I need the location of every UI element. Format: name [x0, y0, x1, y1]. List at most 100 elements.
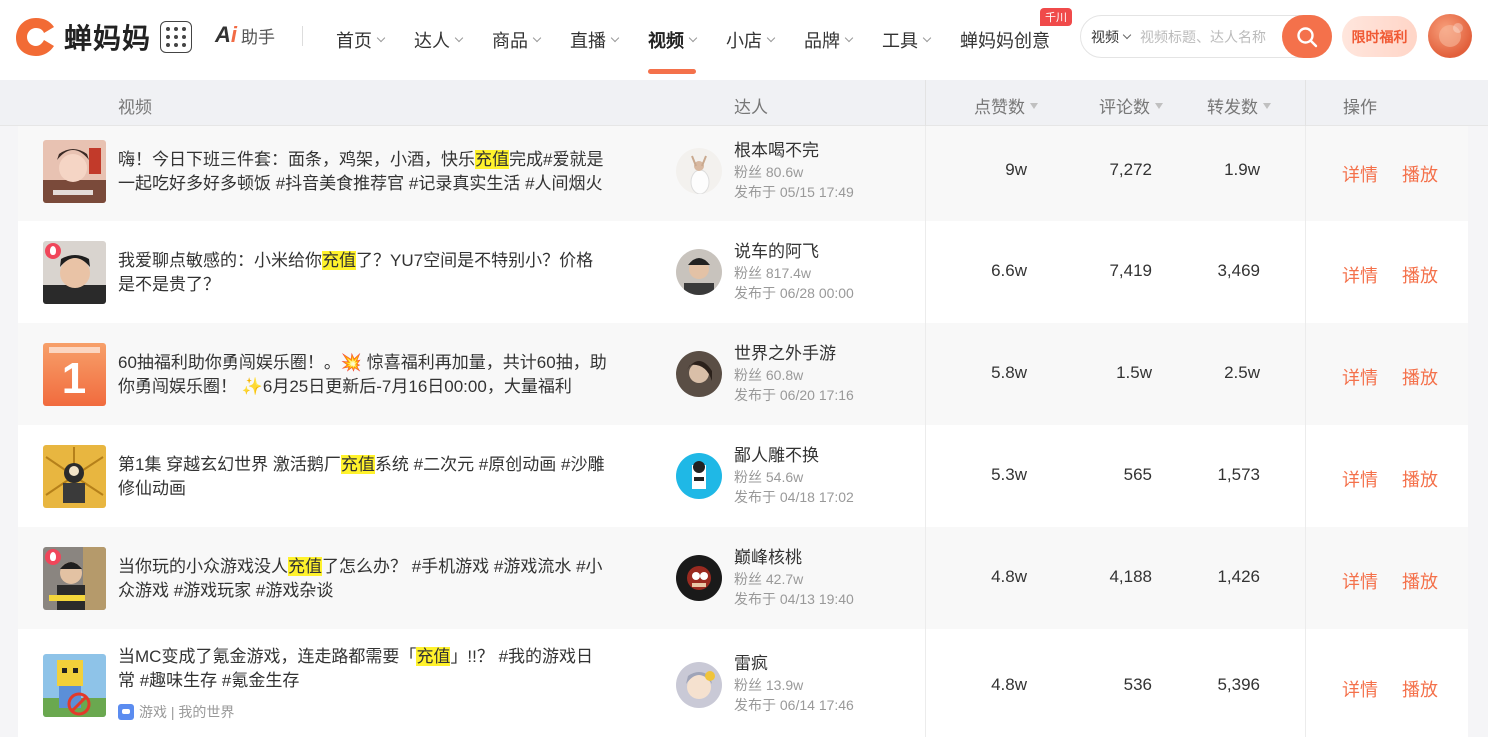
brand-logo[interactable]: 蝉妈妈: [14, 16, 151, 58]
header-divider: [1305, 80, 1306, 126]
nav-divider: [302, 26, 303, 46]
play-link[interactable]: 播放: [1402, 466, 1438, 492]
detail-link[interactable]: 详情: [1342, 676, 1378, 702]
game-tag[interactable]: 游戏 | 我的世界: [118, 702, 234, 722]
likes-count: 4.8w: [991, 675, 1027, 694]
detail-link[interactable]: 详情: [1342, 568, 1378, 594]
creator-name[interactable]: 巅峰核桃: [734, 547, 854, 569]
search-type-select[interactable]: 视频: [1091, 27, 1132, 47]
menu-item-live[interactable]: 直播: [570, 0, 620, 80]
video-title[interactable]: 嗨！今日下班三件套：面条，鸡架，小酒，快乐充值完成#爱就是一起吃好多好多顿饭 #…: [118, 148, 608, 196]
video-thumbnail[interactable]: [43, 140, 106, 203]
keyword-highlight: 充值: [340, 455, 375, 474]
menu-item-creators[interactable]: 达人: [414, 0, 464, 80]
svg-text:1: 1: [62, 354, 86, 403]
detail-link[interactable]: 详情: [1342, 364, 1378, 390]
likes-count: 9w: [1005, 160, 1027, 179]
play-link[interactable]: 播放: [1402, 161, 1438, 187]
table-header: 视频 达人 点赞数 评论数 转发数 操作: [0, 80, 1488, 126]
search-icon: [1297, 26, 1318, 47]
shares-count: 1,426: [1217, 567, 1260, 586]
creator-avatar[interactable]: [676, 555, 722, 601]
keyword-highlight: 充值: [288, 557, 322, 576]
table-row[interactable]: 当你玩的小众游戏没人充值了怎么办？ #手机游戏 #游戏流水 #小众游戏 #游戏玩…: [18, 527, 1468, 629]
video-title[interactable]: 60抽福利助你勇闯娱乐圈！。💥 惊喜福利再加量，共计60抽，助你勇闯娱乐圈！ ✨…: [118, 351, 608, 399]
sort-arrow-icon: [1155, 102, 1163, 109]
creator-name[interactable]: 鄙人雕不换: [734, 445, 854, 467]
chevron-down-icon: [454, 33, 464, 43]
video-thumbnail[interactable]: [43, 654, 106, 717]
table-row[interactable]: 1 60抽福利助你勇闯娱乐圈！。💥 惊喜福利再加量，共计60抽，助你勇闯娱乐圈！…: [18, 323, 1468, 425]
ai-assistant-label: 助手: [241, 27, 276, 47]
keyword-highlight: 充值: [416, 647, 451, 666]
menu-item-home[interactable]: 首页: [336, 0, 386, 80]
menu-item-brand[interactable]: 品牌: [804, 0, 854, 80]
menu-item-video[interactable]: 视频: [648, 0, 698, 80]
video-thumbnail[interactable]: [43, 241, 106, 304]
creator-name[interactable]: 雷疯: [734, 653, 854, 675]
keyword-highlight: 充值: [475, 150, 509, 169]
search-input[interactable]: [1140, 28, 1274, 45]
video-thumbnail[interactable]: 1: [43, 343, 106, 406]
creator-fans: 粉丝 54.6w: [734, 469, 804, 485]
publish-time: 发布于 06/20 17:16: [734, 387, 854, 403]
menu-item-tools[interactable]: 工具: [882, 0, 932, 80]
apps-grid-icon[interactable]: [160, 21, 192, 53]
comments-count: 7,419: [1109, 261, 1152, 280]
chevron-down-icon: [376, 33, 386, 43]
chevron-down-icon: [610, 33, 620, 43]
detail-link[interactable]: 详情: [1342, 262, 1378, 288]
publish-time: 发布于 06/14 17:46: [734, 697, 854, 713]
user-avatar[interactable]: [1428, 14, 1472, 58]
search-button[interactable]: [1282, 15, 1332, 58]
table-row[interactable]: 我爱聊点敏感的：小米给你充值了？YU7空间是不特别小？价格是不是贵了？ 说车的阿…: [18, 221, 1468, 323]
creator-name[interactable]: 说车的阿飞: [734, 241, 854, 263]
creator-avatar[interactable]: [676, 249, 722, 295]
video-title[interactable]: 第1集 穿越玄幻世界 激活鹅厂充值系统 #二次元 #原创动画 #沙雕修仙动画: [118, 453, 608, 501]
comments-count: 4,188: [1109, 567, 1152, 586]
shares-count: 2.5w: [1224, 363, 1260, 382]
qianchuan-badge: 千川: [1040, 8, 1072, 26]
limited-offer-button[interactable]: 限时福利: [1342, 16, 1417, 57]
detail-link[interactable]: 详情: [1342, 466, 1378, 492]
chevron-down-icon: [844, 33, 854, 43]
creator-fans: 粉丝 42.7w: [734, 571, 804, 587]
creator-name[interactable]: 世界之外手游: [734, 343, 854, 365]
table-row[interactable]: 当MC变成了氪金游戏，连走路都需要「充值」!!？ #我的游戏日常 #趣味生存 #…: [18, 629, 1468, 737]
creator-fans: 粉丝 60.8w: [734, 367, 804, 383]
header-comments[interactable]: 评论数: [1099, 93, 1163, 118]
video-title[interactable]: 当你玩的小众游戏没人充值了怎么办？ #手机游戏 #游戏流水 #小众游戏 #游戏玩…: [118, 555, 608, 603]
table-row[interactable]: 嗨！今日下班三件套：面条，鸡架，小酒，快乐充值完成#爱就是一起吃好多好多顿饭 #…: [18, 126, 1468, 221]
play-link[interactable]: 播放: [1402, 364, 1438, 390]
menu-item-shop[interactable]: 小店: [726, 0, 776, 80]
table-row[interactable]: 第1集 穿越玄幻世界 激活鹅厂充值系统 #二次元 #原创动画 #沙雕修仙动画 鄙…: [18, 425, 1468, 527]
ai-assistant[interactable]: Ai 助手: [215, 22, 275, 48]
creator-fans: 粉丝 13.9w: [734, 677, 804, 693]
likes-count: 5.3w: [991, 465, 1027, 484]
detail-link[interactable]: 详情: [1342, 161, 1378, 187]
video-thumbnail[interactable]: [43, 547, 106, 610]
live-badge-icon: [45, 243, 61, 259]
ai-logo-icon: Ai: [215, 22, 238, 47]
play-link[interactable]: 播放: [1402, 568, 1438, 594]
creator-avatar[interactable]: [676, 662, 722, 708]
likes-count: 6.6w: [991, 261, 1027, 280]
creator-avatar[interactable]: [676, 148, 722, 194]
play-link[interactable]: 播放: [1402, 676, 1438, 702]
play-link[interactable]: 播放: [1402, 262, 1438, 288]
publish-time: 发布于 05/15 17:49: [734, 184, 854, 200]
video-title[interactable]: 我爱聊点敏感的：小米给你充值了？YU7空间是不特别小？价格是不是贵了？: [118, 249, 608, 297]
creator-avatar[interactable]: [676, 453, 722, 499]
header-likes[interactable]: 点赞数: [974, 93, 1038, 118]
video-title[interactable]: 当MC变成了氪金游戏，连走路都需要「充值」!!？ #我的游戏日常 #趣味生存 #…: [118, 645, 608, 693]
creator-avatar[interactable]: [676, 351, 722, 397]
creator-info: 说车的阿飞 粉丝 817.4w 发布于 06/28 00:00: [734, 241, 854, 303]
creator-name[interactable]: 根本喝不完: [734, 140, 854, 162]
publish-time: 发布于 04/13 19:40: [734, 591, 854, 607]
header-shares[interactable]: 转发数: [1207, 93, 1271, 118]
menu-item-creative[interactable]: 蝉妈妈创意 千川: [960, 0, 1072, 80]
video-thumbnail[interactable]: [43, 445, 106, 508]
menu-item-products[interactable]: 商品: [492, 0, 542, 80]
gamepad-icon: [118, 704, 134, 720]
publish-time: 发布于 06/28 00:00: [734, 285, 854, 301]
